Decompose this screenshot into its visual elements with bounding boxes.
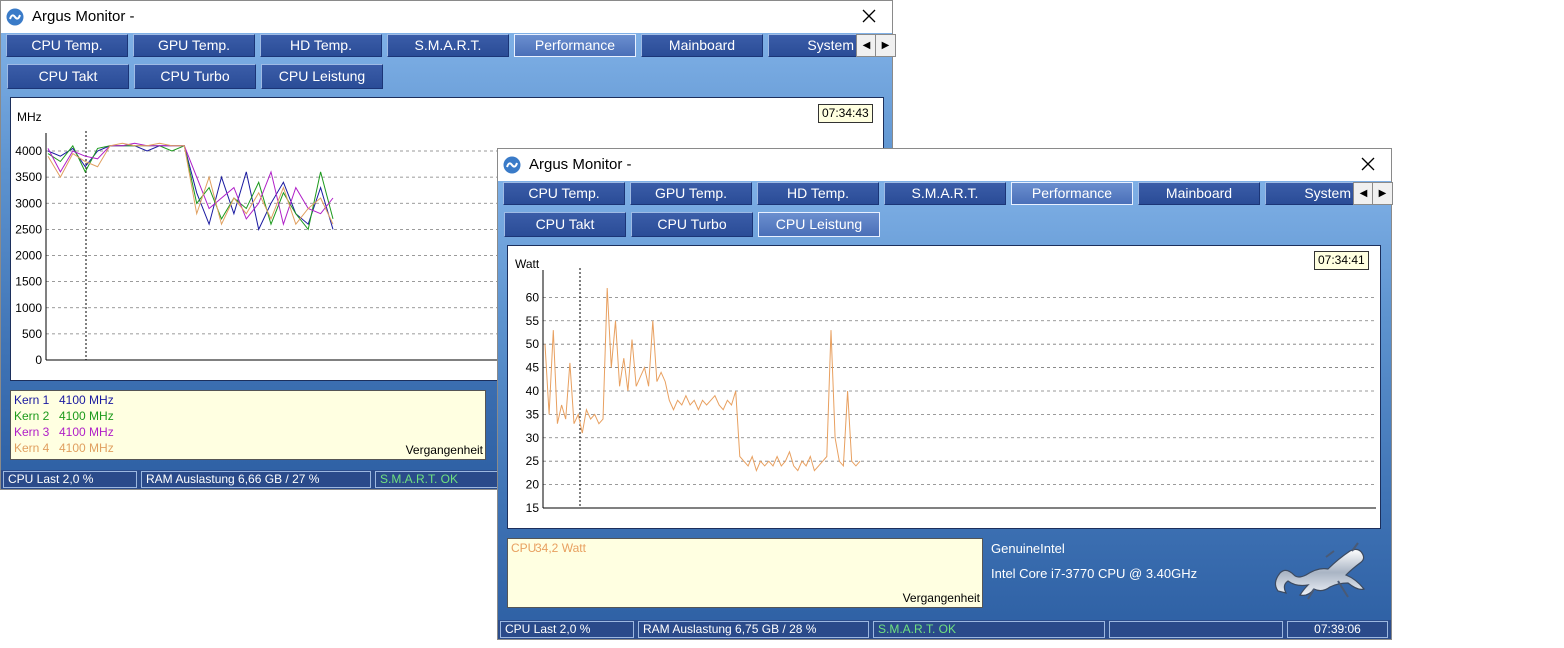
power-legend: CPU34,2 Watt Vergangenheit: [507, 538, 983, 608]
subtab-cpu-leistung[interactable]: CPU Leistung: [261, 64, 383, 89]
legend-history-label[interactable]: Vergangenheit: [903, 591, 980, 605]
argus-gecko-logo: [1274, 542, 1366, 600]
y-tick-label: 25: [526, 454, 540, 468]
front-window: Argus Monitor - CPU Temp. GPU Temp. HD T…: [497, 148, 1393, 640]
title-bar: Argus Monitor -: [1, 1, 892, 33]
legend-row-core4: Kern 4 4100 MHz: [14, 441, 114, 455]
tab-smart[interactable]: S.M.A.R.T.: [884, 182, 1006, 205]
legend-row-cpu: CPU34,2 Watt: [511, 541, 586, 555]
y-tick-label: 15: [526, 501, 540, 515]
y-tick-label: 500: [22, 327, 42, 341]
series-line-kern-1: [47, 145, 334, 231]
tab-system[interactable]: System: [1265, 182, 1355, 205]
tab-gpu-temp[interactable]: GPU Temp.: [630, 182, 752, 205]
tab-smart[interactable]: S.M.A.R.T.: [387, 34, 509, 57]
y-tick-label: 3000: [15, 196, 42, 210]
status-ram-usage: RAM Auslastung 6,66 GB / 27 %: [141, 471, 371, 488]
status-clock: 07:39:06: [1287, 621, 1388, 638]
y-tick-label: 35: [526, 407, 540, 421]
status-ram-usage: RAM Auslastung 6,75 GB / 28 %: [638, 621, 869, 638]
status-smart: S.M.A.R.T. OK: [873, 621, 1105, 638]
subtab-cpu-leistung[interactable]: CPU Leistung: [758, 212, 880, 237]
tab-gpu-temp[interactable]: GPU Temp.: [133, 34, 255, 57]
subtab-cpu-takt[interactable]: CPU Takt: [7, 64, 129, 89]
y-tick-label: 20: [526, 478, 540, 492]
clock-legend: Kern 1 4100 MHz Kern 2 4100 MHz Kern 3 4100…: [10, 390, 486, 460]
argus-app-icon: [6, 8, 24, 26]
y-tick-label: 50: [526, 337, 540, 351]
legend-history-label[interactable]: Vergangenheit: [406, 443, 483, 457]
close-icon[interactable]: [858, 5, 880, 27]
tab-cpu-temp[interactable]: CPU Temp.: [6, 34, 128, 57]
cpu-model: Intel Core i7-3770 CPU @ 3.40GHz: [991, 566, 1198, 581]
legend-row-core1: Kern 1 4100 MHz: [14, 393, 114, 407]
subtab-cpu-takt[interactable]: CPU Takt: [504, 212, 626, 237]
tab-performance[interactable]: Performance: [514, 34, 636, 57]
close-icon[interactable]: [1357, 153, 1379, 175]
legend-row-core3: Kern 3 4100 MHz: [14, 425, 114, 439]
window-body: CPU Temp. GPU Temp. HD Temp. S.M.A.R.T. …: [498, 181, 1393, 639]
tab-mainboard[interactable]: Mainboard: [641, 34, 763, 57]
status-bar: CPU Last 2,0 % RAM Auslastung 6,75 GB / …: [498, 620, 1391, 639]
status-cpu-load: CPU Last 2,0 %: [500, 621, 634, 638]
subtab-cpu-turbo[interactable]: CPU Turbo: [631, 212, 753, 237]
y-tick-label: 1000: [15, 301, 42, 315]
cpu-vendor: GenuineIntel: [991, 541, 1065, 556]
y-tick-label: 55: [526, 314, 540, 328]
y-tick-label: 40: [526, 384, 540, 398]
series-line-kern-4: [47, 142, 334, 226]
scroll-left-icon[interactable]: ◀: [1353, 182, 1374, 205]
subtab-cpu-turbo[interactable]: CPU Turbo: [134, 64, 256, 89]
tab-mainboard[interactable]: Mainboard: [1138, 182, 1260, 205]
tab-cpu-temp[interactable]: CPU Temp.: [503, 182, 625, 205]
status-smart: S.M.A.R.T. OK: [375, 471, 505, 488]
y-tick-label: 4000: [15, 144, 42, 158]
power-chart-svg: 60 55 50 45 40 35 30 25 20 15: [526, 268, 1376, 515]
y-tick-label: 3500: [15, 170, 42, 184]
tab-system[interactable]: System: [768, 34, 858, 57]
scroll-left-icon[interactable]: ◀: [856, 34, 877, 57]
argus-app-icon: [503, 156, 521, 174]
chart-unit: MHz: [17, 110, 42, 124]
title-bar: Argus Monitor -: [498, 149, 1391, 181]
status-empty-cell: [1109, 621, 1283, 638]
sub-tabs: CPU Takt CPU Turbo CPU Leistung: [4, 64, 404, 89]
chart-timestamp: 07:34:43: [818, 104, 873, 123]
y-tick-label: 30: [526, 431, 540, 445]
window-title: Argus Monitor -: [32, 8, 135, 25]
main-tabs: CPU Temp. GPU Temp. HD Temp. S.M.A.R.T. …: [4, 34, 896, 58]
window-title: Argus Monitor -: [529, 156, 632, 173]
y-tick-label: 1500: [15, 275, 42, 289]
power-chart: 60 55 50 45 40 35 30 25 20 15 Watt 07:34:41: [507, 245, 1381, 529]
series-line-kern-2: [47, 144, 334, 231]
series-line-kern-3: [47, 142, 334, 227]
y-tick-label: 0: [35, 353, 42, 367]
sub-tabs: CPU Takt CPU Turbo CPU Leistung: [501, 212, 901, 237]
y-tick-label: 60: [526, 290, 540, 304]
scroll-right-icon[interactable]: ▶: [1372, 182, 1393, 205]
scroll-right-icon[interactable]: ▶: [875, 34, 896, 57]
tab-hd-temp[interactable]: HD Temp.: [757, 182, 879, 205]
series-line-cpu: [544, 287, 861, 473]
tab-performance[interactable]: Performance: [1011, 182, 1133, 205]
y-tick-label: 45: [526, 361, 540, 375]
chart-timestamp: 07:34:41: [1314, 251, 1369, 270]
tab-hd-temp[interactable]: HD Temp.: [260, 34, 382, 57]
status-cpu-load: CPU Last 2,0 %: [3, 471, 137, 488]
main-tabs: CPU Temp. GPU Temp. HD Temp. S.M.A.R.T. …: [501, 182, 1393, 206]
legend-row-core2: Kern 2 4100 MHz: [14, 409, 114, 423]
y-tick-label: 2500: [15, 222, 42, 236]
y-tick-label: 2000: [15, 249, 42, 263]
chart-unit: Watt: [515, 257, 540, 271]
